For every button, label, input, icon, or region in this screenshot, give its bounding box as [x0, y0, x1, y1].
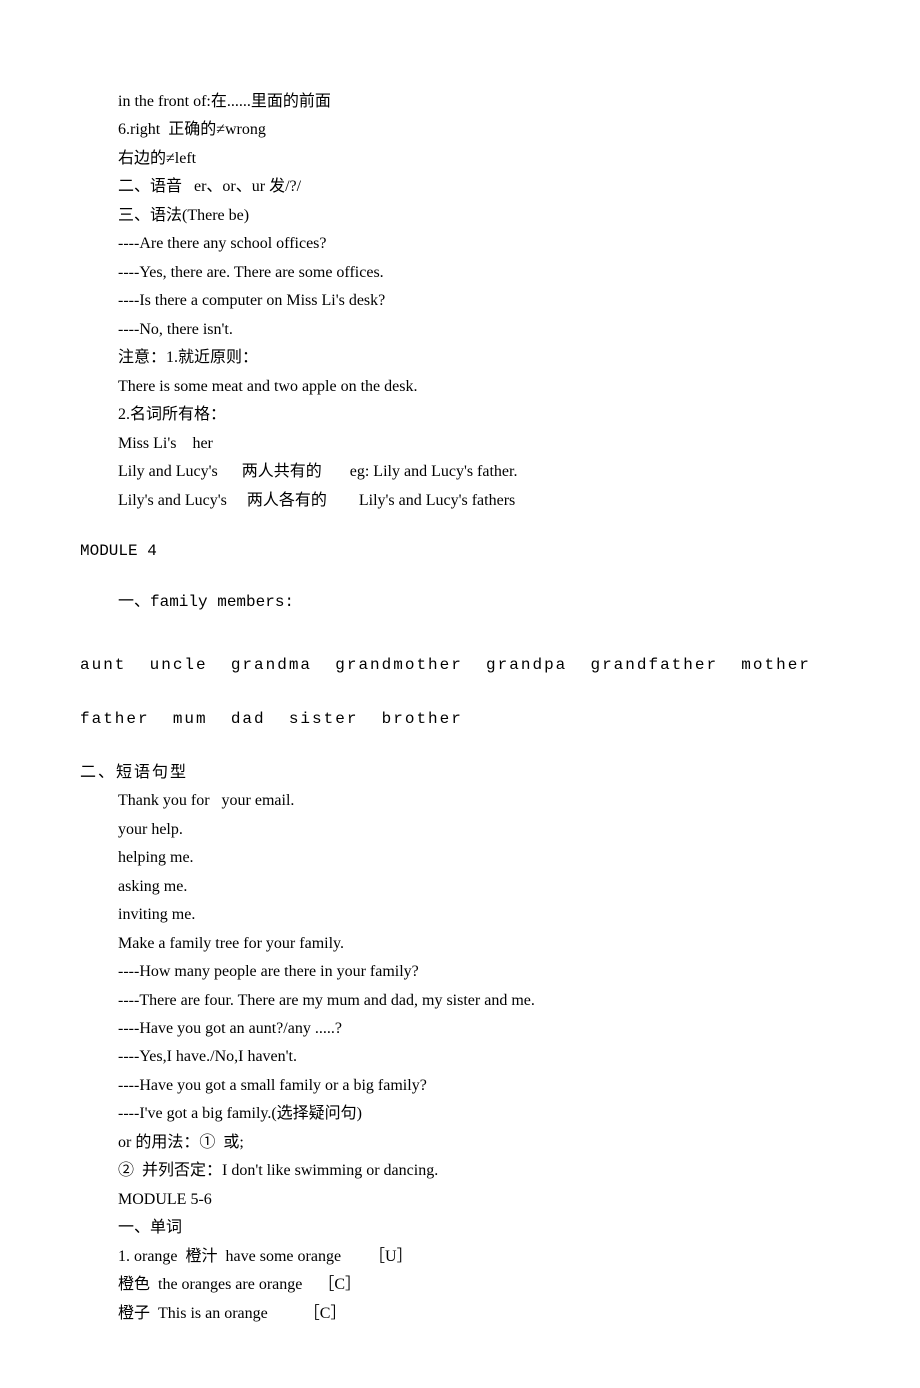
text-line: ----Have you got a small family or a big…: [80, 1072, 840, 1100]
text-line: inviting me.: [80, 901, 840, 929]
text-line: 6.right 正确的≠wrong: [80, 116, 840, 144]
text-line: There is some meat and two apple on the …: [80, 373, 840, 401]
text-line: Lily's and Lucy's 两人各有的 Lily's and Lucy'…: [80, 487, 840, 515]
text-line: ----Yes,I have./No,I haven't.: [80, 1043, 840, 1071]
text-line: Lily and Lucy's 两人共有的 eg: Lily and Lucy'…: [80, 458, 840, 486]
text-line: ② 并列否定：I don't like swimming or dancing.: [80, 1157, 840, 1185]
section-sub-heading: 一、family members:: [80, 588, 840, 616]
text-line: ----Are there any school offices?: [80, 230, 840, 258]
text-line: ----Yes, there are. There are some offic…: [80, 259, 840, 287]
text-line: ----There are four. There are my mum and…: [80, 987, 840, 1015]
text-line: Thank you for your email.: [80, 787, 840, 815]
text-line: helping me.: [80, 844, 840, 872]
text-line: 注意：1.就近原则：: [80, 344, 840, 372]
text-line: Make a family tree for your family.: [80, 930, 840, 958]
text-line: your help.: [80, 816, 840, 844]
text-line: 橙色 the oranges are orange ［C］: [80, 1271, 840, 1299]
text-line: or 的用法：① 或;: [80, 1129, 840, 1157]
text-line: 2.名词所有格：: [80, 401, 840, 429]
document-page: in the front of:在......里面的前面 6.right 正确的…: [0, 0, 920, 1388]
text-line: 1. orange 橙汁 have some orange ［U］: [80, 1243, 840, 1271]
text-line: 一、单词: [80, 1214, 840, 1242]
text-line: MODULE 5-6: [80, 1186, 840, 1214]
text-line: 右边的≠left: [80, 145, 840, 173]
text-line: 橙子 This is an orange ［C］: [80, 1300, 840, 1328]
text-line: ----How many people are there in your fa…: [80, 958, 840, 986]
text-line: 二、语音 er、or、ur 发/?/: [80, 173, 840, 201]
text-line: ----Is there a computer on Miss Li's des…: [80, 287, 840, 315]
text-line: 三、语法(There be): [80, 202, 840, 230]
text-line: ----I've got a big family.(选择疑问句): [80, 1100, 840, 1128]
text-line: ----No, there isn't.: [80, 316, 840, 344]
text-line: in the front of:在......里面的前面: [80, 88, 840, 116]
section-heading-2: 二、短语句型: [80, 759, 840, 787]
family-members-list: aunt uncle grandma grandmother grandpa g…: [80, 638, 840, 747]
text-line: Miss Li's her: [80, 430, 840, 458]
text-line: ----Have you got an aunt?/any .....?: [80, 1015, 840, 1043]
text-line: asking me.: [80, 873, 840, 901]
module-heading: MODULE 4: [80, 537, 840, 565]
